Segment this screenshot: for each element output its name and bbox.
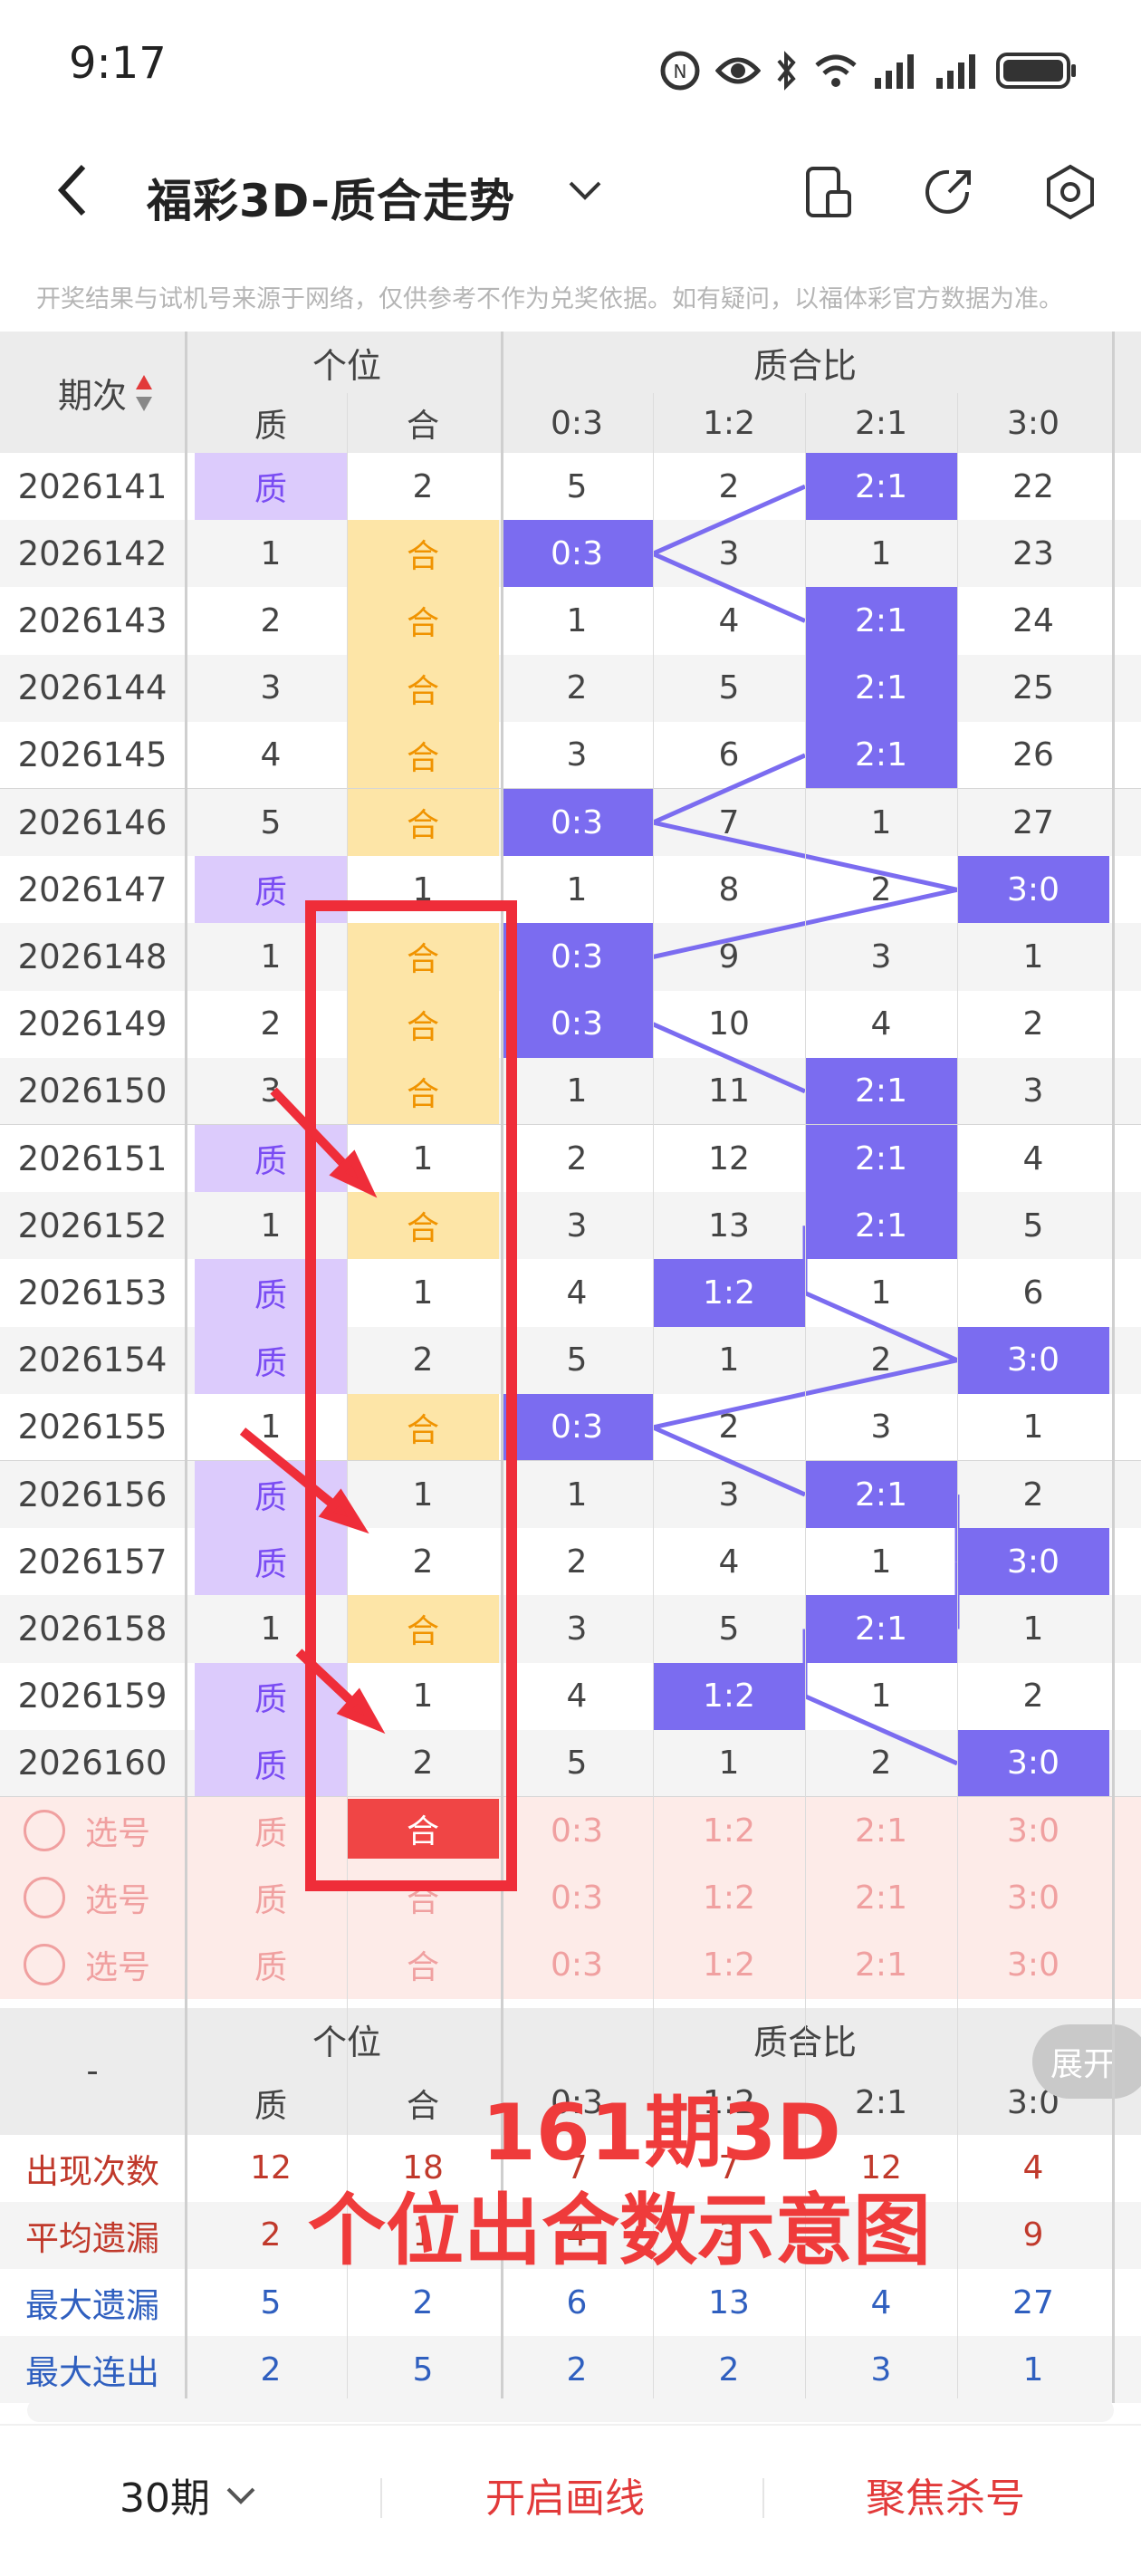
focus-kill-button[interactable]: 聚焦杀号 [866,2465,1025,2523]
draw-lines-button[interactable]: 开启画线 [485,2465,645,2523]
highlight-box [305,900,517,1891]
toolbar-handle [27,2398,1114,2422]
annotation-line-2: 个位出合数示意图 [308,2186,931,2276]
divider [762,2478,764,2518]
period-select-label: 30期 [120,2475,210,2522]
annotation-line-1: 161期3D [482,2088,841,2178]
period-select[interactable]: 30期 [120,2465,210,2523]
period-chevron-icon[interactable] [225,2485,257,2507]
divider [380,2478,382,2518]
